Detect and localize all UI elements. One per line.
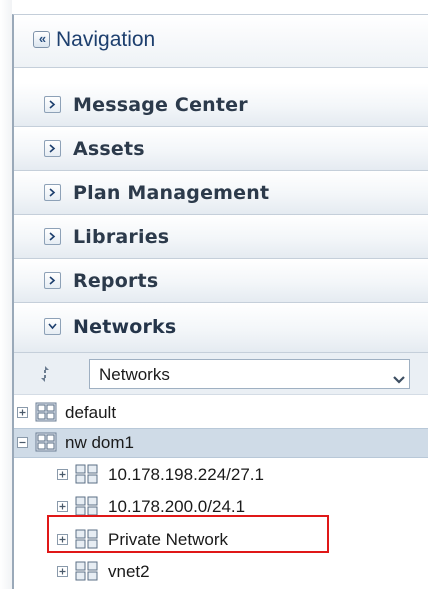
accordion-label: Reports (73, 270, 159, 292)
accordion-label: Assets (73, 138, 145, 160)
accordion-item-plan-management[interactable]: Plan Management (14, 171, 428, 215)
networks-toolbar: Networks (14, 353, 428, 395)
navigation-title: Navigation (56, 28, 156, 51)
accordion-label: Libraries (73, 226, 170, 248)
left-gutter (0, 0, 12, 589)
chevron-down-icon[interactable] (393, 371, 405, 389)
network-icon (75, 560, 99, 587)
chevron-right-icon[interactable] (44, 96, 61, 113)
tree-node-nw-dom1[interactable]: nw dom1 (14, 428, 428, 458)
tree-node-default[interactable]: default (14, 398, 428, 428)
chevron-down-icon[interactable] (44, 318, 61, 335)
networks-view-select[interactable]: Networks (89, 359, 410, 389)
expand-icon[interactable] (57, 469, 68, 480)
network-domain-icon (35, 401, 57, 428)
accordion-label: Plan Management (73, 182, 270, 204)
chevron-right-icon[interactable] (44, 272, 61, 289)
chevron-right-icon[interactable] (44, 140, 61, 157)
tree-node-label: 10.178.198.224/27.1 (108, 465, 264, 484)
tree-node-label: vnet2 (108, 562, 150, 581)
accordion-item-reports[interactable]: Reports (14, 259, 428, 303)
navigation-panel: « Navigation Message Center Assets Plan … (12, 14, 428, 589)
tree-node-vnet2[interactable]: vnet2 (14, 557, 428, 587)
expand-icon[interactable] (57, 501, 68, 512)
chevron-right-icon[interactable] (44, 228, 61, 245)
accordion-item-assets[interactable]: Assets (14, 127, 428, 171)
tree-node-network[interactable]: 10.178.198.224/27.1 (14, 460, 428, 490)
expand-icon[interactable] (57, 566, 68, 577)
select-value: Networks (99, 365, 170, 384)
accordion-item-message-center[interactable]: Message Center (14, 83, 428, 127)
network-domain-icon (35, 431, 57, 458)
highlight-annotation (47, 515, 329, 553)
collapse-icon[interactable] (17, 437, 28, 448)
navigation-header: « Navigation (14, 15, 428, 68)
network-icon (75, 463, 99, 490)
expand-icon[interactable] (17, 407, 28, 418)
collapse-panel-button[interactable]: « (33, 31, 50, 48)
accordion-label: Networks (73, 316, 177, 338)
tree-node-label: nw dom1 (65, 433, 134, 452)
accordion-item-libraries[interactable]: Libraries (14, 215, 428, 259)
tree-node-label: default (65, 403, 117, 422)
accordion-item-networks[interactable]: Networks (14, 303, 428, 353)
accordion-label: Message Center (73, 94, 248, 116)
refresh-icon[interactable] (38, 365, 54, 383)
tree-node-label: 10.178.200.0/24.1 (108, 497, 246, 516)
chevron-right-icon[interactable] (44, 184, 61, 201)
